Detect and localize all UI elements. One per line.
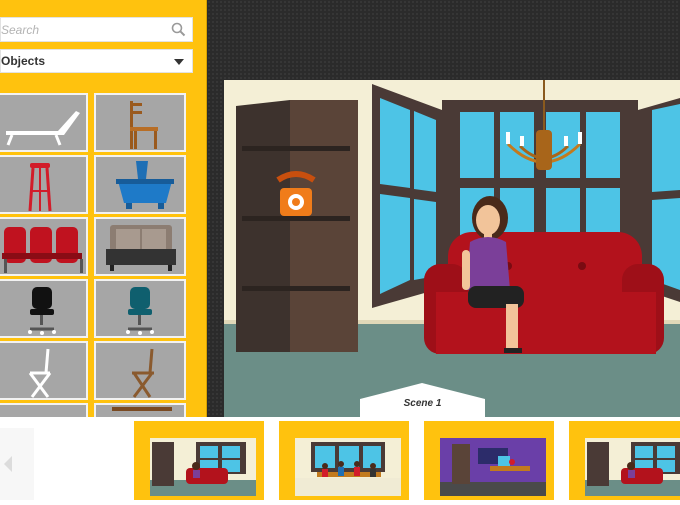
panel-divider[interactable] [200, 0, 207, 417]
object-tile[interactable] [0, 403, 88, 417]
scene-thumbnail-4[interactable] [569, 421, 680, 500]
bar-stool-icon [28, 163, 52, 212]
scene-thumbnail-preview [295, 438, 401, 496]
chevron-left-icon [4, 456, 12, 472]
office-chair-icon [126, 287, 154, 335]
object-planter[interactable] [94, 155, 186, 214]
scene-label: Scene 1 [403, 398, 442, 409]
object-bar-stool[interactable] [0, 155, 88, 214]
asset-panel: Search Objects [0, 0, 200, 417]
search-icon[interactable] [171, 22, 186, 37]
object-sun-lounger[interactable] [0, 93, 88, 152]
scroll-left-button[interactable] [0, 428, 34, 500]
search-placeholder: Search [1, 23, 40, 37]
object-black-office-chair[interactable] [0, 279, 88, 338]
folding-chair-icon [28, 348, 52, 398]
object-white-folding-chair[interactable] [0, 341, 88, 400]
wooden-chair-icon [130, 101, 158, 149]
object-sofa[interactable] [94, 217, 186, 276]
object-wooden-folding-chair[interactable] [94, 341, 186, 400]
scene-thumbnail-1[interactable] [134, 421, 264, 500]
category-value: Objects [1, 54, 46, 68]
sun-lounger-icon [6, 111, 80, 146]
table-icon [112, 407, 172, 411]
scene-thumbnail-preview [440, 438, 546, 496]
planter-icon [116, 161, 174, 209]
category-dropdown[interactable]: Objects [0, 49, 193, 73]
object-cinema-seats[interactable] [0, 217, 88, 276]
search-input[interactable]: Search [0, 17, 193, 42]
scene-thumbnail-2[interactable] [279, 421, 409, 500]
sofa-icon [106, 225, 176, 271]
office-chair-icon [28, 287, 56, 335]
scene-thumbnail-preview [585, 438, 680, 496]
object-teal-office-chair[interactable] [94, 279, 186, 338]
chevron-down-icon[interactable] [174, 59, 184, 65]
cinema-seats-icon [2, 227, 83, 273]
object-wooden-chair[interactable] [94, 93, 186, 152]
scene-thumbnail-preview [150, 438, 256, 496]
object-tile[interactable] [94, 403, 186, 417]
scene-illustration [224, 80, 680, 417]
scene-thumbnail-3[interactable] [424, 421, 554, 500]
folding-chair-icon [132, 348, 154, 398]
scene-canvas[interactable] [224, 80, 680, 417]
